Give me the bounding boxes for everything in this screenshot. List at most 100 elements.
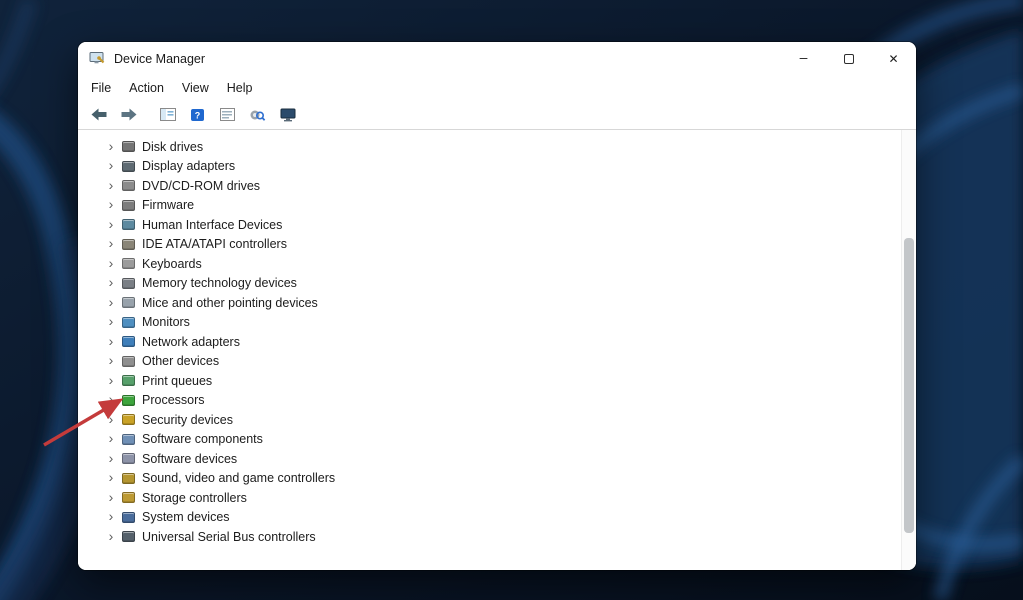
tree-item[interactable]: › System devices — [78, 508, 916, 528]
tree-item[interactable]: › Software devices — [78, 449, 916, 469]
tree-item[interactable]: › Universal Serial Bus controllers — [78, 527, 916, 547]
back-arrow-icon — [91, 108, 107, 121]
sound-controller-icon — [122, 473, 135, 484]
tree-item[interactable]: › Other devices — [78, 352, 916, 372]
menu-help[interactable]: Help — [218, 78, 262, 98]
chevron-right-icon[interactable]: › — [104, 451, 118, 465]
menu-file[interactable]: File — [82, 78, 120, 98]
monitor-icon — [122, 317, 135, 328]
chevron-right-icon[interactable]: › — [104, 490, 118, 504]
software-component-icon — [122, 434, 135, 445]
print-queue-icon — [122, 375, 135, 386]
computer-monitor-icon — [280, 108, 296, 122]
chevron-right-icon[interactable]: › — [104, 139, 118, 153]
chevron-right-icon[interactable]: › — [104, 178, 118, 192]
menu-action[interactable]: Action — [120, 78, 173, 98]
back-button[interactable] — [86, 103, 111, 127]
titlebar[interactable]: Device Manager – ✕ — [78, 42, 916, 75]
tree-item-label: Storage controllers — [142, 491, 247, 505]
tree-item-label: Firmware — [142, 198, 194, 212]
tree-item-label: Universal Serial Bus controllers — [142, 530, 316, 544]
chevron-right-icon[interactable]: › — [104, 295, 118, 309]
svg-text:?: ? — [195, 110, 201, 120]
chevron-right-icon[interactable]: › — [104, 217, 118, 231]
usb-controller-icon — [122, 531, 135, 542]
tree-item-label: Other devices — [142, 354, 219, 368]
chevron-right-icon[interactable]: › — [104, 392, 118, 406]
scan-hardware-changes-button[interactable] — [245, 103, 270, 127]
close-button[interactable]: ✕ — [871, 42, 916, 75]
chevron-right-icon[interactable]: › — [104, 158, 118, 172]
tree-item[interactable]: › Firmware — [78, 196, 916, 216]
tree-item[interactable]: › Sound, video and game controllers — [78, 469, 916, 489]
properties-button[interactable] — [215, 103, 240, 127]
devices-view-button[interactable] — [275, 103, 300, 127]
tree-item[interactable]: › Disk drives — [78, 137, 916, 157]
chevron-right-icon[interactable]: › — [104, 470, 118, 484]
chevron-right-icon[interactable]: › — [104, 256, 118, 270]
chevron-right-icon[interactable]: › — [104, 353, 118, 367]
chevron-right-icon[interactable]: › — [104, 431, 118, 445]
tree-item-label: Mice and other pointing devices — [142, 296, 318, 310]
software-device-icon — [122, 453, 135, 464]
tree-item[interactable]: › Display adapters — [78, 157, 916, 177]
tree-item[interactable]: › Security devices — [78, 410, 916, 430]
device-manager-icon — [89, 51, 106, 67]
other-devices-icon — [122, 356, 135, 367]
network-adapter-icon — [122, 336, 135, 347]
tree-item[interactable]: › DVD/CD-ROM drives — [78, 176, 916, 196]
keyboard-icon — [122, 258, 135, 269]
scrollbar-thumb[interactable] — [904, 238, 914, 533]
chevron-right-icon[interactable]: › — [104, 275, 118, 289]
chevron-right-icon[interactable]: › — [104, 529, 118, 543]
vertical-scrollbar[interactable] — [901, 130, 916, 570]
tree-item[interactable]: › Storage controllers — [78, 488, 916, 508]
chevron-right-icon[interactable]: › — [104, 412, 118, 426]
tree-item-label: Processors — [142, 393, 205, 407]
tree-item[interactable]: › Software components — [78, 430, 916, 450]
chevron-right-icon[interactable]: › — [104, 373, 118, 387]
menu-view[interactable]: View — [173, 78, 218, 98]
maximize-icon — [844, 54, 854, 64]
chevron-right-icon[interactable]: › — [104, 334, 118, 348]
tree-item-label: Disk drives — [142, 140, 203, 154]
tree-item-label: Sound, video and game controllers — [142, 471, 335, 485]
close-icon: ✕ — [888, 52, 898, 66]
properties-icon — [220, 108, 235, 121]
tree-item[interactable]: › IDE ATA/ATAPI controllers — [78, 235, 916, 255]
forward-arrow-icon — [121, 108, 137, 121]
tree-item[interactable]: › Keyboards — [78, 254, 916, 274]
minimize-icon: – — [800, 49, 808, 65]
tree-item[interactable]: › Mice and other pointing devices — [78, 293, 916, 313]
tree-item[interactable]: › Print queues — [78, 371, 916, 391]
tree-item-label: Software components — [142, 432, 263, 446]
chevron-right-icon[interactable]: › — [104, 314, 118, 328]
tree-item[interactable]: › Processors — [78, 391, 916, 411]
system-device-icon — [122, 512, 135, 523]
window-title: Device Manager — [114, 52, 205, 66]
chevron-right-icon[interactable]: › — [104, 509, 118, 523]
scan-hardware-icon — [249, 108, 266, 122]
device-tree-panel: › Disk drives › Display adapters › DVD/C… — [78, 130, 916, 570]
chevron-right-icon[interactable]: › — [104, 197, 118, 211]
tree-item-label: Display adapters — [142, 159, 235, 173]
tree-item-label: System devices — [142, 510, 230, 524]
tree-item[interactable]: › Memory technology devices — [78, 274, 916, 294]
tree-item[interactable]: › Monitors — [78, 313, 916, 333]
forward-button[interactable] — [116, 103, 141, 127]
disk-drive-icon — [122, 141, 135, 152]
tree-item[interactable]: › Network adapters — [78, 332, 916, 352]
device-tree: › Disk drives › Display adapters › DVD/C… — [78, 130, 916, 547]
ide-controller-icon — [122, 239, 135, 250]
security-device-icon — [122, 414, 135, 425]
minimize-button[interactable]: – — [781, 42, 826, 75]
tree-item-label: Print queues — [142, 374, 212, 388]
processor-icon — [122, 395, 135, 406]
tree-item[interactable]: › Human Interface Devices — [78, 215, 916, 235]
maximize-button[interactable] — [826, 42, 871, 75]
tree-item-label: Network adapters — [142, 335, 240, 349]
console-tree-icon — [160, 108, 176, 121]
chevron-right-icon[interactable]: › — [104, 236, 118, 250]
help-button[interactable]: ? — [185, 103, 210, 127]
show-console-tree-button[interactable] — [155, 103, 180, 127]
